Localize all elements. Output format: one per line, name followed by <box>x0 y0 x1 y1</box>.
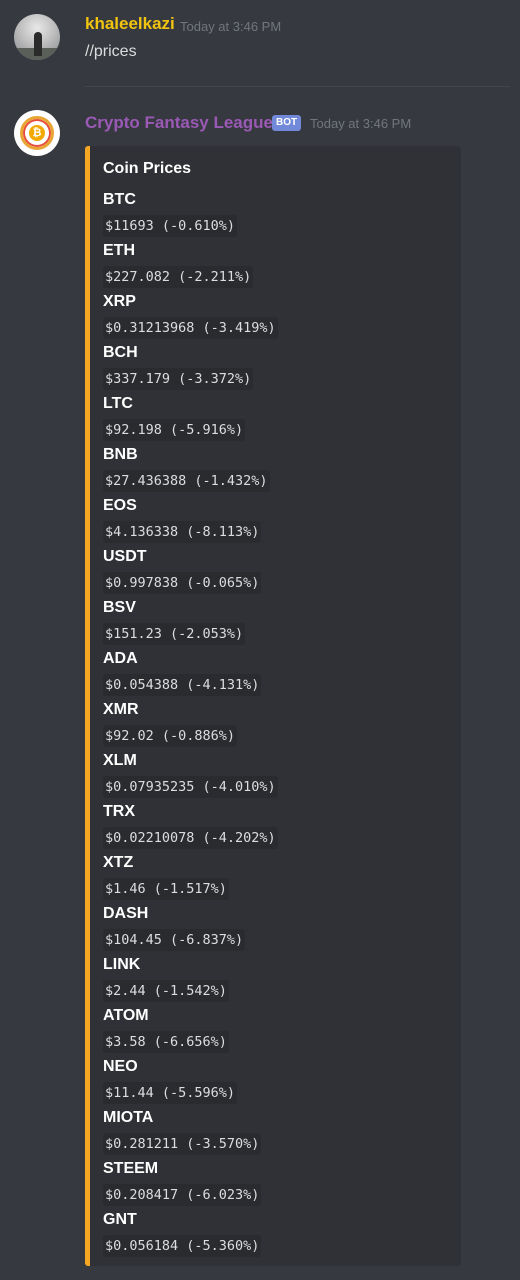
coin-field: DASH $104.45 (-6.837%) <box>103 904 246 951</box>
user-avatar[interactable] <box>14 14 60 60</box>
message-content: //prices <box>85 43 137 60</box>
timestamp: Today at 3:46 PM <box>180 19 282 34</box>
coin-name: BTC <box>103 191 136 208</box>
coin-field: ATOM $3.58 (-6.656%) <box>103 1006 229 1053</box>
coin-field: USDT $0.997838 (-0.065%) <box>103 547 262 594</box>
coin-prices-embed: Coin Prices BTC $11693 (-0.610%) ETH $227.0… <box>85 146 461 1266</box>
bot-username[interactable]: Crypto Fantasy League <box>85 113 273 133</box>
coin-price: $11693 (-0.610%) <box>103 215 238 237</box>
coin-name: GNT <box>103 1211 137 1228</box>
coin-price: $11.44 (-5.596%) <box>103 1082 238 1104</box>
coin-price: $0.07935235 (-4.010%) <box>103 776 278 798</box>
coin-field: MIOTA $0.281211 (-3.570%) <box>103 1108 262 1155</box>
bot-badge: BOT <box>272 115 302 131</box>
coin-field: BCH $337.179 (-3.372%) <box>103 343 254 390</box>
coin-field: EOS $4.136338 (-8.113%) <box>103 496 262 543</box>
coin-price: $27.436388 (-1.432%) <box>103 470 270 492</box>
coin-name: XMR <box>103 701 139 718</box>
coin-name: LTC <box>103 395 133 412</box>
coin-name: DASH <box>103 905 149 922</box>
coin-name: STEEM <box>103 1160 159 1177</box>
coin-field: ADA $0.054388 (-4.131%) <box>103 649 262 696</box>
coin-price: $4.136338 (-8.113%) <box>103 521 262 543</box>
coin-field: XRP $0.31213968 (-3.419%) <box>103 292 278 339</box>
coin-name: ADA <box>103 650 138 667</box>
coin-price: $0.281211 (-3.570%) <box>103 1133 262 1155</box>
coin-field: STEEM $0.208417 (-6.023%) <box>103 1159 262 1206</box>
embed-title: Coin Prices <box>103 160 192 177</box>
coin-name: EOS <box>103 497 137 514</box>
coin-price: $1.46 (-1.517%) <box>103 878 229 900</box>
coin-field: BSV $151.23 (-2.053%) <box>103 598 246 645</box>
coin-name: XRP <box>103 293 136 310</box>
coin-price: $0.208417 (-6.023%) <box>103 1184 262 1206</box>
coin-name: XLM <box>103 752 137 769</box>
coin-field: ETH $227.082 (-2.211%) <box>103 241 254 288</box>
coin-price: $151.23 (-2.053%) <box>103 623 246 645</box>
coin-name: MIOTA <box>103 1109 154 1126</box>
coin-price: $92.02 (-0.886%) <box>103 725 238 747</box>
bitcoin-logo-icon: ₿ <box>20 116 54 150</box>
coin-price: $337.179 (-3.372%) <box>103 368 254 390</box>
coin-price: $104.45 (-6.837%) <box>103 929 246 951</box>
coin-price: $3.58 (-6.656%) <box>103 1031 229 1053</box>
coin-field: LINK $2.44 (-1.542%) <box>103 955 229 1002</box>
coin-price: $92.198 (-5.916%) <box>103 419 246 441</box>
coin-price: $0.02210078 (-4.202%) <box>103 827 278 849</box>
coin-field: XMR $92.02 (-0.886%) <box>103 700 238 747</box>
coin-name: NEO <box>103 1058 138 1075</box>
coin-name: USDT <box>103 548 147 565</box>
coin-field: XTZ $1.46 (-1.517%) <box>103 853 229 900</box>
coin-name: BSV <box>103 599 136 616</box>
timestamp: Today at 3:46 PM <box>310 116 412 131</box>
coin-field: GNT $0.056184 (-5.360%) <box>103 1210 262 1257</box>
coin-price: $0.31213968 (-3.419%) <box>103 317 278 339</box>
coin-field: NEO $11.44 (-5.596%) <box>103 1057 238 1104</box>
coin-price: $2.44 (-1.542%) <box>103 980 229 1002</box>
coin-field: TRX $0.02210078 (-4.202%) <box>103 802 278 849</box>
coin-name: ATOM <box>103 1007 149 1024</box>
coin-name: ETH <box>103 242 135 259</box>
coin-field: BTC $11693 (-0.610%) <box>103 190 238 237</box>
coin-name: LINK <box>103 956 141 973</box>
message-divider <box>84 86 510 87</box>
coin-name: XTZ <box>103 854 134 871</box>
coin-name: TRX <box>103 803 135 820</box>
coin-name: BNB <box>103 446 138 463</box>
coin-field: LTC $92.198 (-5.916%) <box>103 394 246 441</box>
coin-price: $227.082 (-2.211%) <box>103 266 254 288</box>
bot-avatar[interactable]: ₿ <box>14 110 60 156</box>
coin-name: BCH <box>103 344 138 361</box>
coin-field: XLM $0.07935235 (-4.010%) <box>103 751 278 798</box>
coin-field: BNB $27.436388 (-1.432%) <box>103 445 270 492</box>
coin-price: $0.054388 (-4.131%) <box>103 674 262 696</box>
coin-price: $0.056184 (-5.360%) <box>103 1235 262 1257</box>
username[interactable]: khaleelkazi <box>85 14 175 34</box>
coin-price: $0.997838 (-0.065%) <box>103 572 262 594</box>
